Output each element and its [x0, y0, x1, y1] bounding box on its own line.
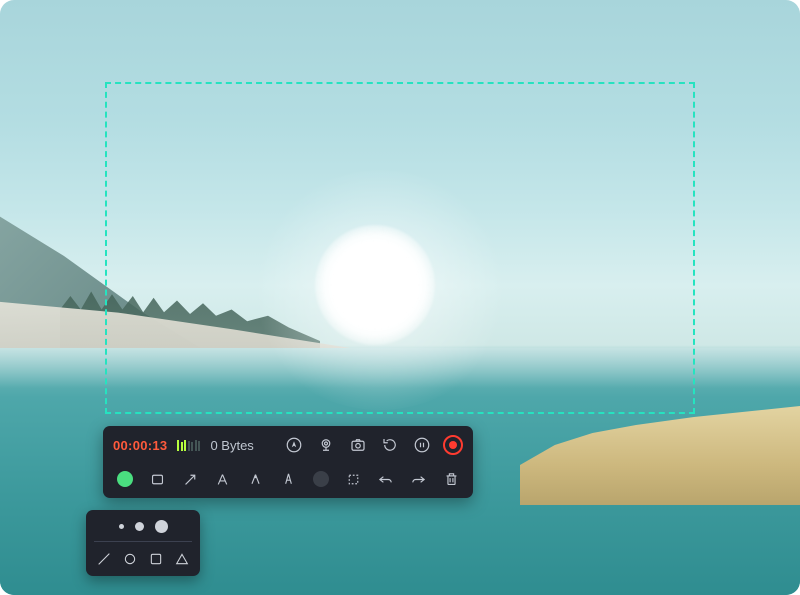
stroke-size-large[interactable] [155, 520, 168, 533]
webcam-button[interactable] [315, 434, 337, 456]
stroke-size-medium[interactable] [135, 522, 144, 531]
blur-tool[interactable] [311, 468, 331, 490]
divider [94, 541, 192, 542]
selection-tool[interactable] [343, 468, 363, 490]
arrow-tool[interactable] [180, 468, 200, 490]
shape-square[interactable] [148, 550, 164, 568]
cursor-highlight-button[interactable] [283, 434, 305, 456]
redo-button[interactable] [409, 468, 429, 490]
recording-timer: 00:00:13 [113, 438, 167, 453]
record-stop-button[interactable] [443, 435, 463, 455]
shape-triangle[interactable] [174, 550, 190, 568]
shape-row [96, 550, 190, 568]
file-size: 0 Bytes [210, 438, 253, 453]
desktop-background: 00:00:13 0 Bytes [0, 0, 800, 595]
stroke-size-row [96, 520, 190, 533]
text-tool[interactable] [213, 468, 233, 490]
shape-picker-popup [86, 510, 200, 576]
shape-circle[interactable] [122, 550, 138, 568]
audio-level-meter [177, 439, 200, 451]
color-swatch-icon [117, 471, 133, 487]
stroke-size-small[interactable] [119, 524, 124, 529]
highlighter-tool[interactable] [246, 468, 266, 490]
pen-tool[interactable] [278, 468, 298, 490]
undo-button[interactable] [376, 468, 396, 490]
capture-selection[interactable] [105, 82, 695, 414]
recorder-toolbar: 00:00:13 0 Bytes [103, 426, 473, 498]
color-picker-tool[interactable] [115, 468, 135, 490]
rectangle-tool[interactable] [148, 468, 168, 490]
screenshot-button[interactable] [347, 434, 369, 456]
delete-button[interactable] [441, 468, 461, 490]
restart-button[interactable] [379, 434, 401, 456]
blur-icon [313, 471, 329, 487]
shape-line[interactable] [96, 550, 112, 568]
pause-button[interactable] [411, 434, 433, 456]
